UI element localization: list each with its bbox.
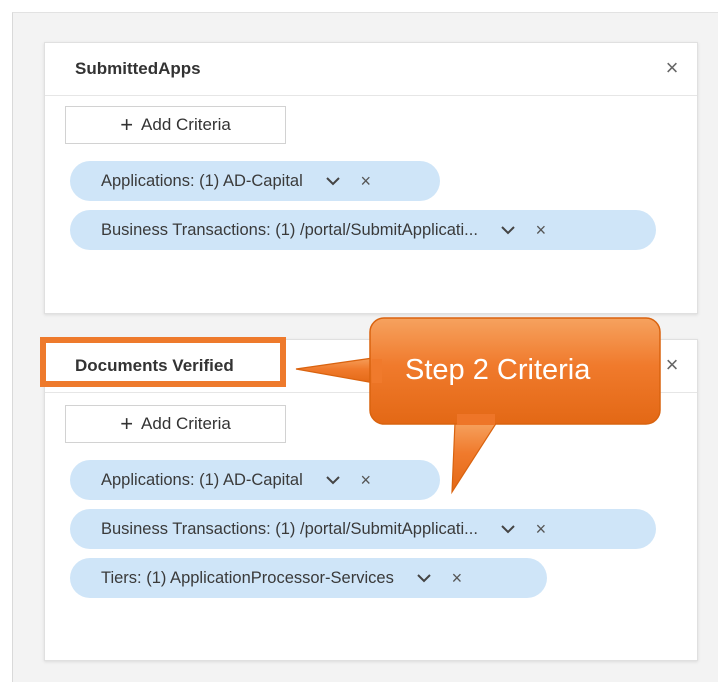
card-header: Documents Verified × <box>45 340 697 393</box>
criteria-pill-label: Applications: (1) AD-Capital <box>101 470 303 489</box>
chevron-down-icon[interactable] <box>325 173 341 189</box>
chevron-down-icon[interactable] <box>500 521 516 537</box>
criteria-pill-business-transactions[interactable]: Business Transactions: (1) /portal/Submi… <box>70 210 656 250</box>
criteria-pill-tiers[interactable]: Tiers: (1) ApplicationProcessor-Services… <box>70 558 547 598</box>
add-criteria-label: Add Criteria <box>141 115 231 134</box>
chevron-down-icon[interactable] <box>416 570 432 586</box>
close-icon[interactable]: × <box>359 171 373 192</box>
plus-icon: + <box>120 112 134 137</box>
add-criteria-button[interactable]: + Add Criteria <box>65 106 286 144</box>
criteria-pill-label: Business Transactions: (1) /portal/Submi… <box>101 220 478 239</box>
card-header: SubmittedApps × <box>45 43 697 96</box>
close-icon[interactable]: × <box>450 568 464 589</box>
criteria-pill-label: Business Transactions: (1) /portal/Submi… <box>101 519 478 538</box>
chevron-down-icon[interactable] <box>325 472 341 488</box>
step-card-documents-verified: Documents Verified × + Add Criteria Appl… <box>44 339 698 661</box>
add-criteria-button[interactable]: + Add Criteria <box>65 405 286 443</box>
close-icon[interactable]: × <box>359 470 373 491</box>
step-card-submittedapps: SubmittedApps × + Add Criteria Applicati… <box>44 42 698 314</box>
close-icon[interactable]: × <box>534 519 548 540</box>
plus-icon: + <box>120 411 134 436</box>
criteria-pill-label: Tiers: (1) ApplicationProcessor-Services <box>101 568 394 587</box>
step-title[interactable]: Documents Verified <box>75 356 234 376</box>
criteria-pill-business-transactions[interactable]: Business Transactions: (1) /portal/Submi… <box>70 509 656 549</box>
step-title[interactable]: SubmittedApps <box>75 59 201 79</box>
criteria-pill-applications[interactable]: Applications: (1) AD-Capital × <box>70 161 440 201</box>
criteria-pill-applications[interactable]: Applications: (1) AD-Capital × <box>70 460 440 500</box>
add-criteria-label: Add Criteria <box>141 414 231 433</box>
criteria-pill-label: Applications: (1) AD-Capital <box>101 171 303 190</box>
close-icon[interactable]: × <box>659 55 685 81</box>
close-icon[interactable]: × <box>659 352 685 378</box>
close-icon[interactable]: × <box>534 220 548 241</box>
chevron-down-icon[interactable] <box>500 222 516 238</box>
